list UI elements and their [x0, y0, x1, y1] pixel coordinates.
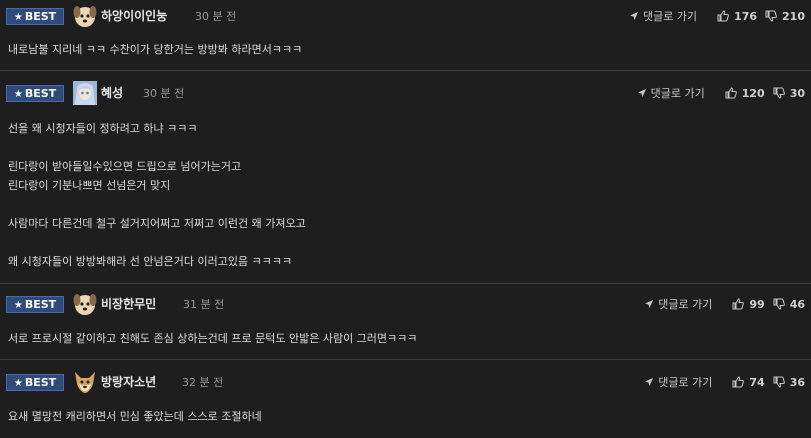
best-badge: ★ BEST [6, 374, 64, 391]
comment-time: 32 분 전 [182, 376, 224, 389]
comment-line: 린다랑이 기분나쁘면 선넘은거 맞지 [8, 179, 171, 192]
comment-actions: 댓글로 가기 120 30 [637, 84, 805, 102]
dislike-button[interactable]: 46 [773, 298, 805, 311]
author-nickname[interactable]: 방랑자소년 [101, 374, 156, 390]
like-button[interactable]: 99 [732, 297, 765, 311]
thumbs-down-icon [765, 10, 777, 22]
dislike-button[interactable]: 36 [773, 376, 805, 389]
comment-line: 왜 시청자들이 방방봐해라 선 안넘은거다 이러고있음 ㅋㅋㅋㅋ [8, 255, 293, 268]
comment-body: 내로남불 지리네 ㅋㅋ 수찬이가 당한거는 방방봐 하라면서ㅋㅋㅋ [8, 40, 803, 59]
comment-time: 30 분 전 [195, 10, 237, 23]
comment-actions: 댓글로 가기 176 210 [629, 7, 805, 25]
comment-line: 내로남불 지리네 ㅋㅋ 수찬이가 당한거는 방방봐 하라면서ㅋㅋㅋ [8, 43, 303, 56]
comment-header: ★ BEST 하앙이이인눙 30 분 전 댓글로 가기 176 210 [0, 2, 811, 30]
comment-line: 요새 멸망전 캐리하면서 민심 좋았는데 스스로 조절하네 [8, 410, 262, 423]
comment-list: ★ BEST 하앙이이인눙 30 분 전 댓글로 가기 176 210 내로남불… [0, 0, 811, 438]
like-count: 176 [734, 9, 758, 23]
like-count: 74 [749, 375, 765, 389]
best-badge: ★ BEST [6, 85, 64, 102]
comment-item: ★ BEST 방랑자소년 32 분 전 댓글로 가기 74 36 요새 멸망전 … [0, 360, 811, 438]
comment-time: 31 분 전 [183, 298, 225, 311]
comment-actions: 댓글로 가기 99 46 [644, 295, 805, 313]
arrow-icon [629, 12, 638, 20]
like-count: 120 [741, 86, 765, 100]
reply-label: 댓글로 가기 [642, 10, 698, 23]
comment-time: 30 분 전 [143, 87, 185, 100]
best-label: BEST [24, 298, 57, 311]
dislike-count: 210 [782, 9, 805, 23]
comment-body: 서로 프로시절 같이하고 친해도 존심 상하는건데 프로 문턱도 안밟은 사람이… [8, 329, 803, 348]
comment-body: 요새 멸망전 캐리하면서 민심 좋았는데 스스로 조절하네 [8, 407, 803, 426]
dog-avatar[interactable] [73, 292, 97, 316]
dislike-button[interactable]: 30 [773, 87, 805, 100]
comment-header: ★ BEST 비장한무민 31 분 전 댓글로 가기 99 46 [0, 290, 811, 318]
best-label: BEST [24, 376, 57, 389]
dislike-count: 46 [789, 297, 805, 311]
author-nickname[interactable]: 비장한무민 [101, 296, 156, 312]
dog-avatar[interactable] [73, 4, 97, 28]
comment-line: 서로 프로시절 같이하고 친해도 존심 상하는건데 프로 문턱도 안밟은 사람이… [8, 332, 418, 345]
thumbs-up-icon [732, 376, 745, 388]
arrow-icon [645, 378, 654, 386]
star-icon: ★ [13, 12, 23, 23]
star-icon: ★ [13, 300, 23, 311]
thumbs-down-icon [773, 376, 785, 388]
like-count: 99 [749, 297, 765, 311]
go-to-reply-link[interactable]: 댓글로 가기 [637, 85, 705, 101]
comment-line: 사람마다 다른건데 철구 설거지어쩌고 저쩌고 이런건 왜 가져오고 [8, 217, 306, 230]
comment-item: ★ BEST 비장한무민 31 분 전 댓글로 가기 99 46 서로 프로시절… [0, 284, 811, 360]
dislike-count: 30 [789, 86, 805, 100]
arrow-icon [645, 300, 654, 308]
dislike-button[interactable]: 210 [765, 10, 805, 23]
dislike-count: 36 [789, 375, 805, 389]
reply-label: 댓글로 가기 [658, 376, 713, 389]
thumbs-down-icon [773, 298, 785, 310]
best-badge: ★ BEST [6, 296, 64, 313]
comment-line: 선을 왜 시청자들이 정하려고 하냐 ㅋㅋㅋ [8, 122, 198, 135]
author-nickname[interactable]: 혜성 [101, 85, 123, 101]
like-button[interactable]: 176 [717, 10, 757, 23]
thumbs-up-icon [725, 87, 737, 99]
arrow-icon [637, 89, 646, 97]
star-icon: ★ [13, 378, 23, 389]
reply-label: 댓글로 가기 [650, 87, 705, 100]
comment-body: 선을 왜 시청자들이 정하려고 하냐 ㅋㅋㅋ 린다랑이 받아들일수있으면 드립으… [8, 119, 803, 271]
comment-item: ★ BEST 혜성 30 분 전 댓글로 가기 120 30 선을 왜 시청자들… [0, 71, 811, 284]
best-label: BEST [24, 87, 57, 100]
reply-label: 댓글로 가기 [658, 298, 713, 311]
go-to-reply-link[interactable]: 댓글로 가기 [629, 8, 697, 24]
anime-girl-avatar[interactable] [73, 81, 97, 105]
star-icon: ★ [13, 89, 23, 100]
thumbs-up-icon [717, 10, 729, 22]
best-badge: ★ BEST [6, 8, 64, 25]
fox-avatar[interactable] [73, 370, 97, 394]
comment-header: ★ BEST 혜성 30 분 전 댓글로 가기 120 30 [0, 79, 811, 107]
author-nickname[interactable]: 하앙이이인눙 [101, 8, 167, 24]
comment-actions: 댓글로 가기 74 36 [644, 373, 805, 391]
comment-header: ★ BEST 방랑자소년 32 분 전 댓글로 가기 74 36 [0, 368, 811, 396]
go-to-reply-link[interactable]: 댓글로 가기 [644, 296, 712, 312]
like-button[interactable]: 74 [732, 375, 765, 389]
go-to-reply-link[interactable]: 댓글로 가기 [644, 374, 712, 390]
comment-line: 린다랑이 받아들일수있으면 드립으로 넘어가는거고 [8, 160, 242, 173]
like-button[interactable]: 120 [725, 87, 765, 100]
thumbs-up-icon [732, 298, 745, 310]
comment-item: ★ BEST 하앙이이인눙 30 분 전 댓글로 가기 176 210 내로남불… [0, 0, 811, 71]
best-label: BEST [24, 10, 57, 23]
thumbs-down-icon [773, 87, 785, 99]
